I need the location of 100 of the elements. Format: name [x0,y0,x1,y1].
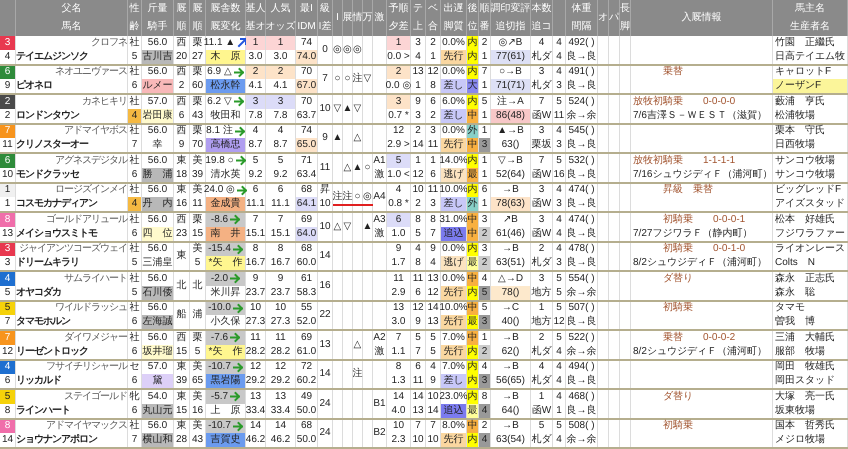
table-cell-text: 4 [429,256,437,270]
table-cell-text: 注 [333,190,342,204]
table-cell: 31.0% [441,213,466,227]
table-cell: 追込 [441,226,466,240]
table-cell-text: ▽ [353,102,362,116]
table-cell-text: 11 [412,374,424,388]
table-cell-text: 7 [429,226,437,240]
table-cell-text: 小久保 [210,315,242,329]
table-cell: 札ダ [531,79,552,93]
table-cell: 函W [531,168,552,182]
table-cell: 78() [491,286,530,300]
table-cell: 71(71) [491,79,530,93]
table-cell-text: ロージズインメイ [54,184,127,198]
table-cell-text: B2 [373,426,386,440]
column-header: I差 [318,20,332,34]
table-cell-text: ◎ [333,42,342,57]
table-cell: 逃げ [441,256,466,270]
table-cell-text: 坂東牧場 [774,404,816,418]
table-cell-text: リーゼントロック [16,344,89,358]
table-cell-text: 8 [429,213,437,227]
table-cell-text: →B [501,242,520,256]
table-cell-text: 40() [500,315,520,329]
table-cell: 4 [128,197,141,211]
table-cell: 50.0 [296,433,317,447]
table-cell-text: 14 [0,433,14,447]
table-cell-text: 1 [429,50,437,64]
table-cell-text: 乗替 0-0-0-2 [662,331,736,345]
table-cell-text: ダイワメジャー [63,331,127,345]
table-cell-text: 5 [555,331,563,345]
table-cell: 86(48) [491,108,530,122]
table-cell-text: 68 [300,184,314,198]
table-cell: 8.0% [441,420,466,434]
table-cell: 2 [479,256,490,270]
table-cell: *矢 作 [206,256,245,270]
table-cell-text: 24 [318,396,332,411]
table-cell-text: 美 [192,360,204,374]
table-cell-text: 初騎乗 0-0-1-0 [662,242,746,256]
table-cell: 16 [553,168,565,182]
table-cell-text: メジロ牧場 [774,433,826,447]
table-cell-text: ↗B [502,213,519,227]
table-cell: 中 [467,331,478,345]
table-cell-text: 清水英 [210,168,242,182]
table-cell-text: 63() [500,138,520,152]
table-cell: 追込 [441,404,466,418]
table-cell-text: 3.0 [390,315,406,329]
table-cell-text: 7/16シュウジディＦ（浦河町） [632,168,772,182]
table-cell-text: 8.7 [272,138,288,152]
table-cell-text: 3 [555,256,563,270]
table-cell-text: 美 [192,184,204,198]
table-cell: 65.0 [296,138,317,152]
table-cell-text: 9 [414,95,422,109]
table-cell-text: 61(46) [495,226,526,240]
table-cell-text: 幸 [152,138,164,152]
table-cell-text: 4 [394,184,402,198]
table-cell: 地方 [531,286,552,300]
table-cell: 中 [467,226,478,240]
table-cell-text: 6 [130,374,138,388]
table-cell: 63.7 [296,108,317,122]
table-cell: 内 [467,154,478,168]
column-header: 合 [427,20,439,34]
table-cell-text: 1 [414,154,422,168]
table-cell-text: 2 [480,36,488,50]
table-cell-text: ○ [343,72,352,86]
column-header: 出遅 [442,2,464,16]
table-cell-text: 14 [248,420,262,434]
table-cell-text: 4 [555,226,563,240]
column-header: 人気 [270,2,292,16]
table-cell: 3 [266,95,295,109]
table-cell-text: 4 [538,36,546,50]
table-cell: 余→余 [566,286,597,300]
table-cell-text: 56.0 [146,154,168,168]
table-cell-text: 5 [538,420,546,434]
table-cell-text: 11 [274,331,287,345]
table-cell-text: ステイゴールド [63,390,127,404]
table-cell-text: ◎ [353,42,362,57]
table-cell-text: 西 [176,124,188,138]
table-cell-text: 7 [414,344,422,358]
table-cell: 良→良 [566,138,597,152]
table-cell: 24.0 ◎ [204,185,236,196]
table-cell-text: 東 [176,390,188,404]
table-cell-text: 曽我 博 [774,315,816,329]
table-cell-text: 1 [480,124,488,138]
table-cell-text: モンドクラッセ [16,168,80,182]
table-cell-text: 7 [538,154,546,168]
table-cell-text: 5 [414,331,422,345]
table-cell: 先行 [441,286,466,300]
table-cell-text: 社 [128,242,140,256]
table-cell: *矢 作 [206,344,245,358]
table-cell-text: 栗 [192,66,204,80]
table-cell-text: 1 [480,79,488,93]
table-cell-text: 491( ) [567,66,596,80]
table-cell-text: 初騎乗 [662,420,694,434]
table-cell-text: タマモ [774,302,806,316]
table-cell-text: 美 [192,154,204,168]
table-cell: 2 [479,226,490,240]
table-cell: -8.6 [210,214,228,225]
table-cell-text: 5 [130,286,138,300]
table-cell-text: 56.0 [146,302,168,316]
table-cell: 内 [467,50,478,64]
table-cell: 2 [246,66,265,80]
